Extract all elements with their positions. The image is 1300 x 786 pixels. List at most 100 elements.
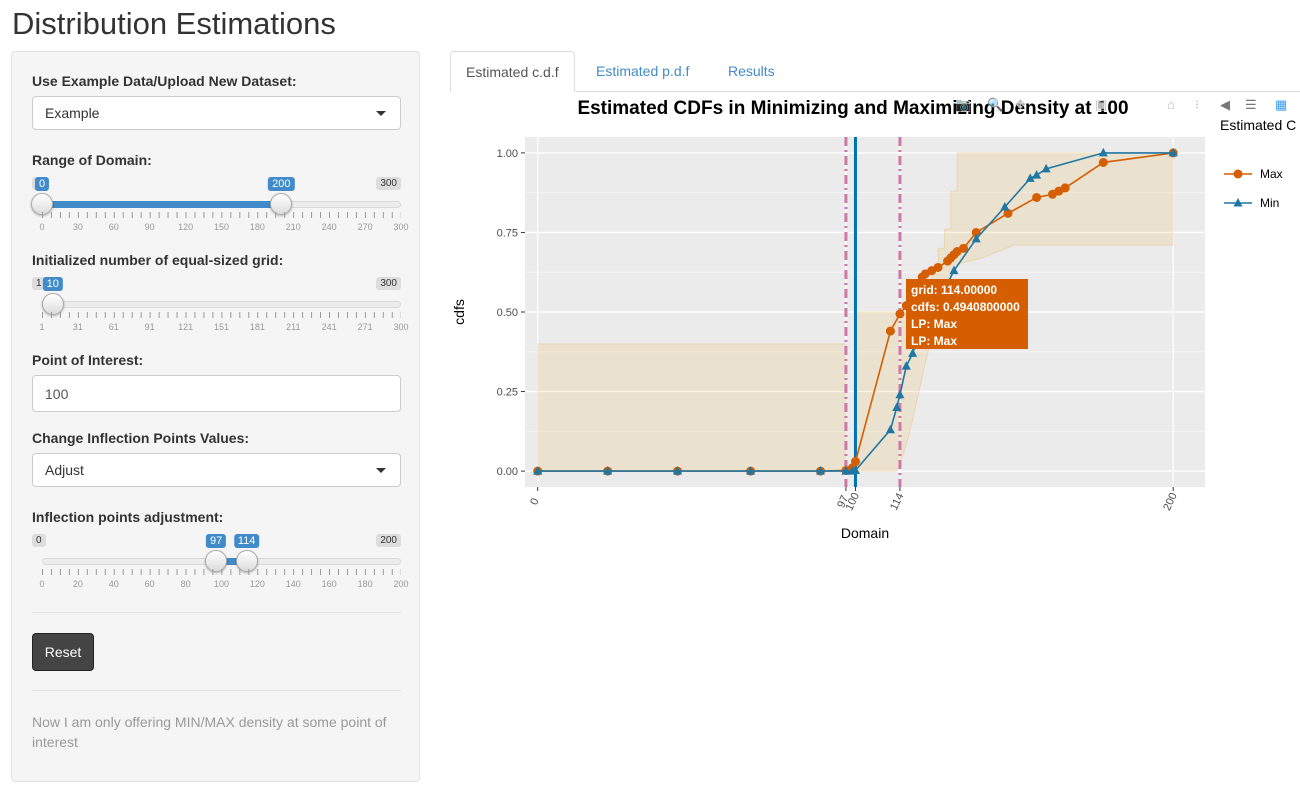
data-point-max: [1098, 157, 1108, 167]
adjust-label: Inflection points adjustment:: [32, 509, 224, 525]
dataset-select[interactable]: Example: [32, 96, 401, 130]
camera-icon[interactable]: 📷: [955, 97, 971, 113]
grid-count-slider[interactable]: 1 300 10 1 31 61 91 121 151 181 211 241 271 300: [32, 277, 409, 341]
slider-tick-label: 90: [144, 222, 155, 232]
data-point-max: [895, 309, 905, 319]
tooltip-grid: grid: 114.00000: [911, 283, 998, 297]
slider-tick-label: 240: [321, 222, 337, 232]
inflection-select-value: Adjust: [45, 462, 84, 478]
slider-tick-label: 40: [108, 579, 119, 589]
slider-tick-label: 271: [357, 322, 373, 332]
x-tick-label: 0: [528, 496, 541, 507]
data-point-max: [885, 326, 895, 336]
sidebar-panel: Use Example Data/Upload New Dataset: Exa…: [11, 51, 420, 782]
slider-ticks: [42, 312, 401, 318]
legend-label: Min: [1260, 196, 1279, 210]
slider-tick-label: 160: [321, 579, 337, 589]
tab-bar: Estimated c.d.f Estimated p.d.f Results: [450, 51, 1300, 92]
slider-tick-label: 151: [213, 322, 230, 332]
slider-tick-label: 180: [357, 579, 373, 589]
data-point-max: [1032, 192, 1042, 202]
slider-tick-label: 120: [249, 579, 265, 589]
tab-estimated-pdf[interactable]: Estimated p.d.f: [581, 51, 704, 92]
slider-tick-label: 241: [321, 322, 337, 332]
slider-min-label: 0: [32, 534, 46, 547]
hover-compare-icon[interactable]: ☰: [1245, 97, 1257, 113]
tab-results[interactable]: Results: [713, 51, 790, 92]
app-title: Distribution Estimations: [12, 6, 336, 41]
chevron-down-icon: [376, 111, 386, 116]
slider-tick-label: 121: [178, 322, 194, 332]
cdf-chart-svg[interactable]: 0.000.250.500.751.000 97100 114 200Domaincd…: [450, 92, 1300, 562]
legend-title: Estimated C: [1220, 117, 1296, 133]
slider-max-label: 300: [376, 277, 401, 290]
y-tick-label: 0.50: [497, 307, 518, 319]
y-axis-title: cdfs: [451, 299, 467, 325]
grid-label: Initialized number of equal-sized grid:: [32, 252, 284, 268]
slider-value-label: 200: [268, 177, 295, 191]
slider-tick-label: 100: [213, 579, 230, 589]
poi-input[interactable]: 100: [32, 375, 401, 412]
slider-tick-label: 80: [180, 579, 191, 589]
slider-value-label: 114: [233, 534, 260, 548]
x-tick-label: 114: [888, 491, 906, 512]
x-axis-title: Domain: [841, 525, 889, 541]
slider-ticks: [42, 212, 401, 218]
plot-modebar: 📷 🔍 ✥ ▣ ⌂ ⁝ ◀ ☰ ▦: [955, 97, 1300, 117]
slider-tick-label: 60: [108, 222, 119, 232]
slider-track: [42, 301, 401, 308]
slider-tick-label: 120: [178, 222, 194, 232]
slider-value-label: 10: [42, 277, 63, 291]
divider: [32, 690, 401, 691]
tooltip-cdfs: cdfs: 0.4940800000: [911, 300, 1020, 314]
slider-tick-label: 30: [72, 222, 83, 232]
slider-max-label: 200: [376, 534, 401, 547]
slider-tick-label: 211: [286, 322, 301, 332]
hover-tooltip: grid: 114.00000 cdfs: 0.4940800000 LP: M…: [906, 279, 1028, 349]
inflection-label: Change Inflection Points Values:: [32, 430, 250, 446]
tooltip-lp: LP: Max: [911, 317, 958, 331]
slider-tick-label: 60: [144, 579, 155, 589]
slider-tick-label: 300: [393, 222, 409, 232]
spike-lines-icon[interactable]: ⁝: [1195, 97, 1199, 113]
reset-button[interactable]: Reset: [32, 633, 94, 671]
slider-tick-label: 31: [72, 322, 83, 332]
cdf-plot[interactable]: 0.00 0.25 0.50 0.75 1.00 0 97 100 114 200 Domain cd…: [450, 92, 1300, 562]
slider-tick-label: 200: [393, 579, 409, 589]
data-point-max: [850, 457, 860, 467]
slider-tick-label: 270: [357, 222, 373, 232]
inflection-select[interactable]: Adjust: [32, 453, 401, 487]
pan-icon[interactable]: ✥: [1015, 97, 1026, 113]
slider-value-label: 97: [205, 534, 227, 548]
y-tick-label: 0.75: [497, 227, 518, 239]
tab-estimated-cdf[interactable]: Estimated c.d.f: [450, 51, 575, 92]
plotly-logo-icon[interactable]: ▦: [1275, 97, 1287, 113]
hover-closest-icon[interactable]: ◀: [1220, 97, 1230, 113]
inflection-adjust-slider[interactable]: 0 200 97 114 0 20 40 60 80 100 120 140 160 180 200: [32, 534, 409, 598]
slider-tick-label: 210: [285, 222, 301, 232]
home-icon[interactable]: ⌂: [1167, 97, 1175, 112]
data-point-max: [1060, 183, 1070, 193]
zoom-icon[interactable]: 🔍: [987, 97, 1003, 113]
autoscale-icon[interactable]: ▣: [1095, 97, 1107, 113]
footnote-text: Now I am only offering MIN/MAX density a…: [32, 714, 387, 750]
chevron-down-icon: [376, 468, 386, 473]
slider-tick-label: 0: [39, 222, 45, 232]
y-tick-label: 1.00: [497, 148, 518, 160]
legend-label: Max: [1260, 167, 1283, 181]
slider-ticks: [42, 569, 401, 575]
dataset-select-value: Example: [45, 105, 100, 121]
tooltip-lp: LP: Max: [911, 334, 958, 348]
slider-tick-label: 181: [249, 322, 265, 332]
slider-tick-label: 1: [39, 322, 45, 332]
legend-marker: [1233, 169, 1243, 179]
dataset-label: Use Example Data/Upload New Dataset:: [32, 73, 297, 89]
domain-label: Range of Domain:: [32, 152, 152, 168]
slider-tick-label: 180: [249, 222, 265, 232]
divider: [32, 612, 401, 613]
y-tick-label: 0.25: [497, 387, 518, 399]
slider-tick-label: 300: [393, 322, 409, 332]
slider-tick-label: 61: [108, 322, 119, 332]
data-point-max: [933, 262, 943, 272]
domain-range-slider[interactable]: 030002000306090120150180210240270300: [31, 177, 409, 241]
